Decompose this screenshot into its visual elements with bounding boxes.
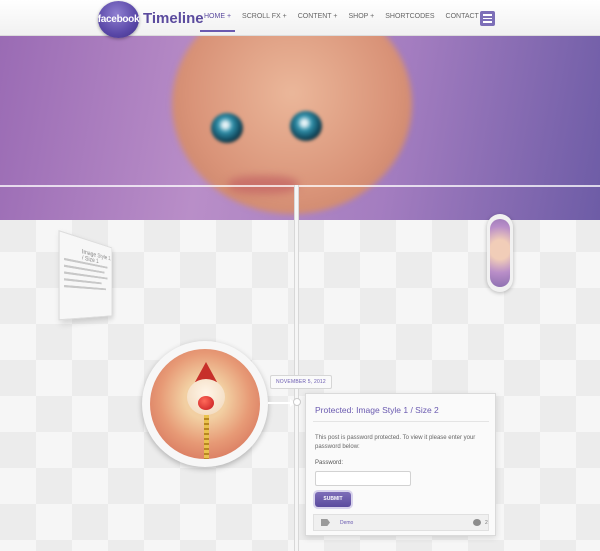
nav-item-scroll-fx[interactable]: SCROLL FX + [242, 13, 287, 34]
timeline-connector-arrow [268, 399, 295, 407]
post-title[interactable]: Protected: Image Style 1 / Size 2 [315, 405, 439, 415]
post-tag-link[interactable]: Demo [340, 520, 353, 526]
nav-item-shop[interactable]: SHOP + [348, 13, 374, 34]
post-featured-image-frame[interactable] [142, 341, 268, 467]
hamburger-line [483, 17, 492, 20]
facebook-logo-badge[interactable]: facebook [98, 1, 140, 38]
timeline-line [294, 185, 299, 551]
nav-item-home[interactable]: HOME + [199, 13, 236, 34]
site-header: facebook Timeline HOME + SCROLL FX + CON… [0, 0, 600, 38]
hero-timeline-divider [0, 185, 600, 187]
hero-banner [0, 36, 600, 220]
site-title[interactable]: Timeline [143, 10, 204, 27]
post-footer: Demo 2 [313, 514, 489, 531]
post-date-badge: NOVEMBER 5, 2012 [270, 375, 332, 389]
hero-right-eye [290, 111, 322, 141]
clown-image [150, 349, 260, 459]
submit-button[interactable]: SUBMIT [315, 492, 351, 507]
post-card: Protected: Image Style 1 / Size 2 This p… [305, 393, 496, 536]
tilted-post-line [64, 284, 107, 291]
main-nav: HOME + SCROLL FX + CONTENT + SHOP + SHOR… [199, 13, 501, 34]
comment-count[interactable]: 2 [485, 520, 488, 526]
comment-icon [473, 519, 481, 526]
nav-item-content[interactable]: CONTENT + [298, 13, 338, 34]
nav-item-shortcodes[interactable]: SHORTCODES [385, 13, 434, 34]
tilted-post-line [64, 278, 102, 285]
password-label: Password: [315, 460, 344, 466]
pill-thumbnail-image [490, 219, 510, 287]
hero-left-eye [211, 113, 243, 143]
password-input[interactable] [315, 471, 411, 486]
hamburger-line [483, 21, 492, 23]
clown-stick [204, 415, 209, 459]
tilted-post-card[interactable]: Image Style 1 / Size 1 [58, 230, 113, 321]
post-divider [313, 421, 489, 422]
hamburger-line [483, 14, 492, 16]
pill-thumbnail[interactable] [487, 214, 513, 292]
hamburger-icon[interactable] [480, 11, 495, 26]
tag-icon [321, 519, 330, 526]
post-body: This post is password protected. To view… [315, 435, 476, 450]
timeline-node [293, 398, 301, 406]
clown-nose [198, 396, 214, 410]
